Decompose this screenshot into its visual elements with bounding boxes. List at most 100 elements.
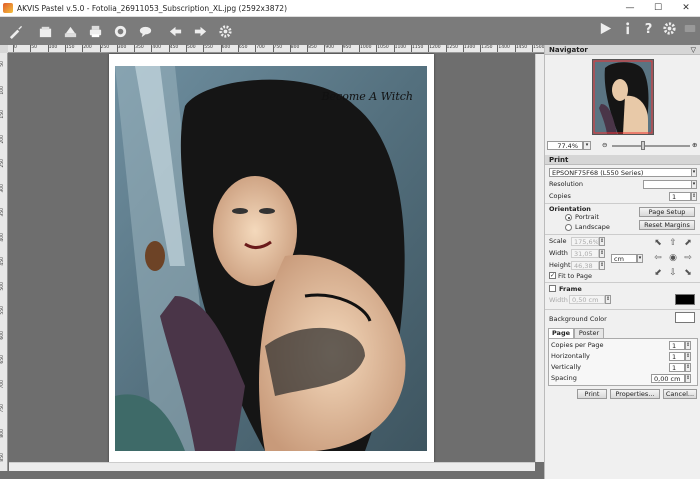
horizontal-scrollbar[interactable] [9, 462, 535, 471]
ruler-left-label: 300 [0, 183, 5, 193]
width-spinner[interactable]: ⇕ [599, 249, 605, 258]
horizontally-label: Horizontally [551, 352, 590, 360]
ruler-tick [532, 45, 533, 52]
help-icon[interactable]: ? [641, 21, 656, 36]
zoom-field[interactable]: 77.4% [547, 141, 583, 150]
align-left-icon[interactable]: ⇦ [653, 253, 663, 263]
redo-icon[interactable] [190, 21, 210, 41]
ruler-tick [428, 45, 430, 52]
align-center-icon[interactable]: ◉ [668, 253, 678, 263]
run-icon[interactable] [598, 21, 613, 36]
frame-width-input[interactable]: 0,50 cm [569, 295, 605, 304]
frame-checkbox[interactable] [549, 285, 556, 292]
ruler-top-label: 1250 [446, 45, 458, 50]
ruler-left: 50 100 150 200 250 300 350 400 450 500 550 600 650 70… [0, 53, 8, 471]
navigator-header: Navigator ▽ [545, 45, 700, 55]
zoom-dropdown[interactable]: ▾ [583, 141, 591, 150]
landscape-label: Landscape [575, 223, 610, 231]
collapse-icon[interactable]: ▽ [691, 45, 696, 55]
align-top-right-icon[interactable]: ⬈ [683, 238, 693, 248]
properties-button[interactable]: Properties... [610, 389, 660, 399]
comment-icon[interactable] [135, 21, 155, 41]
chat-icon[interactable] [683, 21, 697, 36]
ruler-tick [462, 45, 464, 52]
save-icon[interactable] [60, 21, 80, 41]
scale-input[interactable]: 175,6% [571, 237, 599, 246]
fit-to-page-checkbox[interactable]: ✓ [549, 272, 556, 279]
ruler-top-label: 650 [238, 45, 248, 50]
copies-per-page-spinner[interactable]: ⇕ [685, 341, 691, 350]
frame-width-spinner[interactable]: ⇕ [605, 295, 611, 304]
align-bottom-right-icon[interactable]: ⬊ [683, 268, 693, 278]
background-color-label: Background Color [549, 315, 607, 323]
frame-label: Frame [559, 285, 582, 293]
ruler-tick [186, 45, 187, 52]
background-color-swatch[interactable] [675, 312, 695, 323]
tab-poster[interactable]: Poster [574, 328, 604, 338]
reset-margins-button[interactable]: Reset Margins [639, 220, 695, 230]
ruler-tick [272, 45, 274, 52]
zoom-slider[interactable] [612, 145, 690, 147]
printer-dropdown[interactable]: ▾ [691, 168, 697, 177]
settings-gear-icon[interactable] [215, 21, 235, 41]
print-icon[interactable] [85, 21, 105, 41]
info-icon[interactable] [620, 21, 635, 36]
scale-spinner[interactable]: ⇕ [599, 237, 605, 246]
minimize-button[interactable]: — [616, 0, 644, 17]
zoom-in-icon[interactable]: ⊕ [692, 141, 697, 149]
settings-icon[interactable] [662, 21, 677, 36]
unit-select[interactable]: cm [611, 254, 637, 263]
zoom-out-icon[interactable]: ⊖ [602, 141, 607, 149]
frame-width-label: Width [549, 296, 568, 304]
open-icon[interactable] [35, 21, 55, 41]
scale-label: Scale [549, 237, 567, 245]
resolution-select[interactable] [643, 180, 693, 189]
align-right-icon[interactable]: ⇨ [683, 253, 693, 263]
copies-per-page-input[interactable]: 1 [669, 341, 685, 350]
print-button[interactable]: Print [577, 389, 607, 399]
printer-select[interactable]: EPSONF75F68 (L550 Series) [549, 168, 693, 177]
copies-input[interactable]: 1 [669, 192, 691, 201]
align-top-icon[interactable]: ⇧ [668, 238, 678, 248]
horizontally-spinner[interactable]: ⇕ [685, 352, 691, 361]
ruler-left-label: 850 [0, 453, 5, 462]
cancel-button[interactable]: Cancel... [663, 389, 697, 399]
brush-icon[interactable] [5, 21, 25, 41]
copies-spinner[interactable]: ⇕ [691, 192, 697, 201]
print-header: Print [545, 155, 700, 165]
undo-icon[interactable] [165, 21, 185, 41]
ruler-top-label: 1000 [360, 45, 372, 50]
maximize-button[interactable]: ☐ [644, 0, 672, 17]
align-bottom-icon[interactable]: ⇩ [668, 268, 678, 278]
zoom-slider-thumb[interactable] [641, 141, 645, 150]
align-top-left-icon[interactable]: ⬉ [653, 238, 663, 248]
spacing-input[interactable]: 0,00 cm [651, 374, 685, 383]
unit-dropdown[interactable]: ▾ [637, 254, 643, 263]
tab-page[interactable]: Page [548, 328, 574, 338]
ruler-left-label: 200 [0, 134, 5, 144]
page-setup-button[interactable]: Page Setup [639, 207, 695, 217]
ruler-top: 0 50 100 150 200 250 300 350 400 450 500 550 600 650 7… [8, 45, 544, 53]
landscape-radio[interactable] [565, 224, 572, 231]
resolution-dropdown[interactable]: ▾ [691, 180, 697, 189]
width-input[interactable]: 31,05 [571, 249, 599, 258]
frame-color-swatch[interactable] [675, 294, 695, 305]
navigator-thumbnail[interactable] [592, 59, 654, 135]
ruler-top-label: 400 [152, 45, 161, 50]
height-input[interactable]: 46,38 [571, 261, 599, 270]
portrait-label: Portrait [575, 213, 599, 221]
ruler-tick [376, 45, 378, 52]
vertically-input[interactable]: 1 [669, 363, 685, 372]
horizontally-input[interactable]: 1 [669, 352, 685, 361]
share-icon[interactable] [110, 21, 130, 41]
ruler-tick [30, 45, 32, 52]
height-spinner[interactable]: ⇕ [599, 261, 605, 270]
vertically-spinner[interactable]: ⇕ [685, 363, 691, 372]
close-button[interactable]: ✕ [672, 0, 700, 17]
vertical-scrollbar[interactable] [535, 54, 544, 462]
portrait-radio[interactable] [565, 214, 572, 221]
ruler-tick [82, 45, 84, 52]
align-bottom-left-icon[interactable]: ⬋ [653, 268, 663, 278]
spacing-spinner[interactable]: ⇕ [685, 374, 691, 383]
title-bar: AKVIS Pastel v.5.0 - Fotolia_26911053_Su… [0, 0, 700, 17]
